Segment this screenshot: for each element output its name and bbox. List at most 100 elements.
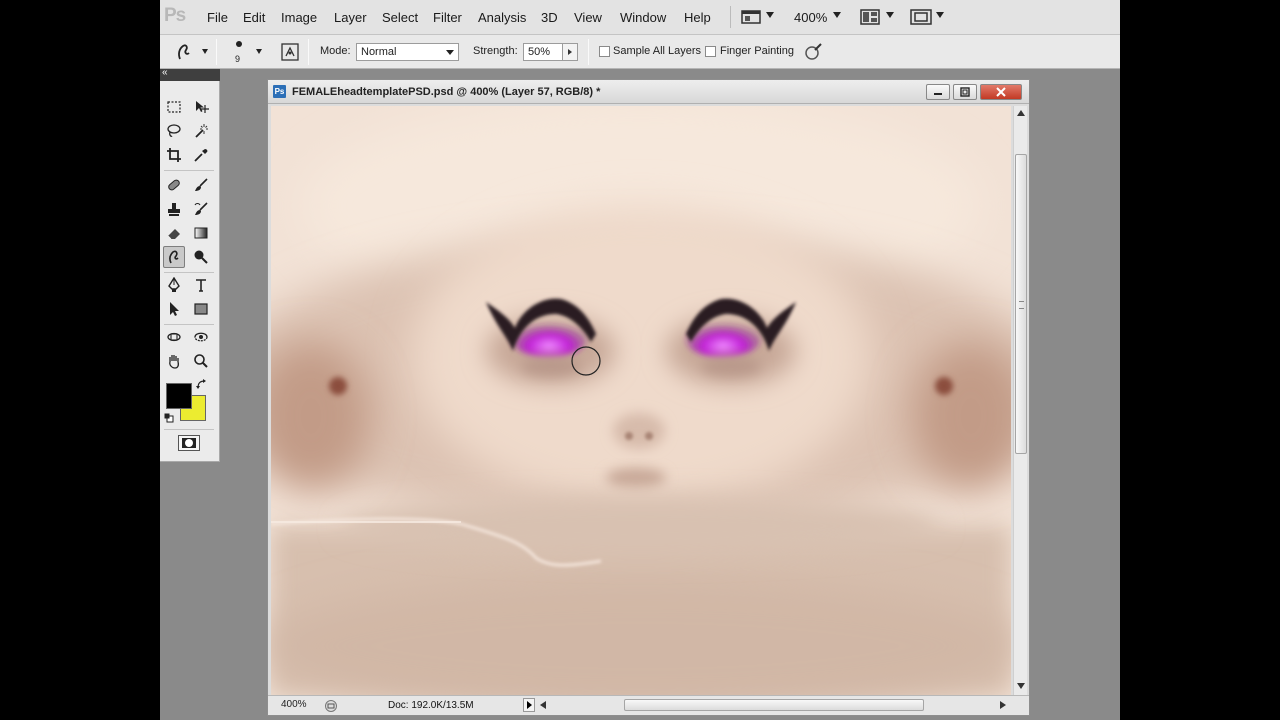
minimize-button[interactable]: [926, 84, 950, 100]
path-selection-icon: [170, 302, 179, 316]
collapse-icon[interactable]: «: [162, 67, 168, 78]
history-brush-icon: [194, 202, 208, 215]
toolbox-header[interactable]: «: [160, 67, 220, 81]
menu-3d[interactable]: 3D: [541, 10, 558, 25]
brush-tip-icon[interactable]: [236, 41, 242, 47]
tool-options-bar: 9 Mode: Normal Strength: 50% Sample All …: [160, 35, 1120, 69]
lasso-tool[interactable]: [163, 120, 185, 142]
status-zoom-field[interactable]: 400%: [271, 699, 321, 713]
menu-divider: [730, 6, 731, 28]
shape-tool[interactable]: [190, 298, 212, 320]
gradient-tool[interactable]: [190, 222, 212, 244]
document-window: Ps FEMALEheadtemplatePSD.psd @ 400% (Lay…: [267, 79, 1030, 716]
menu-layer[interactable]: Layer: [334, 10, 367, 25]
eyedropper-icon: [194, 149, 208, 162]
vertical-scroll-thumb[interactable]: [1015, 154, 1027, 454]
3d-orbit-tool[interactable]: [190, 326, 212, 348]
hand-tool[interactable]: [163, 350, 185, 372]
bridge-dropdown-arrow-icon[interactable]: [766, 12, 774, 18]
scroll-right-icon[interactable]: [1000, 701, 1006, 709]
pen-icon: [168, 277, 180, 292]
default-colors-icon[interactable]: [164, 413, 174, 423]
magic-wand-tool[interactable]: [190, 120, 212, 142]
horizontal-scroll-thumb[interactable]: [624, 699, 924, 711]
image-canvas[interactable]: [271, 106, 1011, 695]
brush-panel-toggle-icon[interactable]: [280, 42, 300, 62]
menu-select[interactable]: Select: [382, 10, 418, 25]
toolbox-separator: [164, 272, 214, 273]
document-titlebar[interactable]: Ps FEMALEheadtemplatePSD.psd @ 400% (Lay…: [268, 80, 1029, 104]
eraser-tool[interactable]: [163, 222, 185, 244]
scroll-down-icon[interactable]: [1017, 683, 1025, 689]
history-brush-tool[interactable]: [190, 198, 212, 220]
clone-stamp-tool[interactable]: [163, 198, 185, 220]
dodge-tool[interactable]: [190, 246, 212, 268]
brush-tool[interactable]: [190, 174, 212, 196]
vertical-scrollbar[interactable]: [1013, 106, 1027, 695]
close-button[interactable]: [980, 84, 1022, 100]
crop-tool[interactable]: [163, 144, 185, 166]
menu-window[interactable]: Window: [620, 10, 666, 25]
menu-view[interactable]: View: [574, 10, 602, 25]
sample-all-layers-label: Sample All Layers: [613, 45, 702, 57]
workspace-background: [1030, 69, 1120, 720]
quick-mask-button[interactable]: [178, 435, 200, 451]
status-bar: 400% Doc: 192.0K/13.5M: [268, 695, 1029, 715]
type-tool[interactable]: [190, 274, 212, 296]
screen-mode-icon[interactable]: [910, 8, 932, 26]
3d-rotate-tool[interactable]: [163, 326, 185, 348]
foreground-color-swatch[interactable]: [166, 383, 192, 409]
3d-orbit-icon: [194, 332, 208, 342]
sample-all-layers-checkbox[interactable]: [599, 46, 610, 57]
swap-colors-icon[interactable]: [196, 379, 208, 391]
status-menu-button[interactable]: [523, 698, 535, 712]
strength-slider-button[interactable]: [562, 43, 578, 61]
smudge-tool[interactable]: [163, 246, 185, 268]
path-selection-tool[interactable]: [163, 298, 185, 320]
type-icon: [196, 279, 206, 292]
menu-help[interactable]: Help: [684, 10, 711, 25]
dodge-icon: [194, 250, 208, 264]
restore-button[interactable]: [953, 84, 977, 100]
face-texture-image: [271, 106, 1011, 695]
menu-edit[interactable]: Edit: [243, 10, 265, 25]
tablet-pressure-icon[interactable]: [803, 42, 823, 62]
finger-painting-label: Finger Painting: [720, 45, 794, 57]
mode-value: Normal: [361, 46, 397, 58]
marquee-icon: [167, 101, 181, 113]
menu-file[interactable]: File: [207, 10, 228, 25]
mode-select[interactable]: Normal: [356, 43, 459, 61]
zoom-dropdown-arrow-icon[interactable]: [833, 12, 841, 18]
marquee-tool[interactable]: [163, 96, 185, 118]
move-icon: [196, 101, 209, 113]
scroll-left-icon[interactable]: [540, 701, 546, 709]
document-size-info: Doc: 192.0K/13.5M: [388, 700, 474, 711]
strength-input[interactable]: 50%: [523, 43, 563, 61]
move-tool[interactable]: [190, 96, 212, 118]
ps-document-icon: Ps: [273, 85, 286, 98]
zoom-level-display[interactable]: 400%: [794, 10, 827, 25]
smudge-tool-preset-icon[interactable]: [174, 42, 194, 62]
document-title: FEMALEheadtemplatePSD.psd @ 400% (Layer …: [292, 86, 601, 98]
minimize-icon: [934, 93, 942, 95]
spot-healing-tool[interactable]: [163, 174, 185, 196]
finger-painting-checkbox[interactable]: [705, 46, 716, 57]
pen-tool[interactable]: [163, 274, 185, 296]
brush-picker-dropdown-icon[interactable]: [256, 49, 262, 54]
chevron-down-icon: [446, 50, 454, 55]
status-info-icon[interactable]: [324, 699, 338, 713]
horizontal-scrollbar[interactable]: [538, 698, 1012, 713]
tool-preset-dropdown-icon[interactable]: [202, 49, 208, 54]
arrange-dropdown-arrow-icon[interactable]: [886, 12, 894, 18]
menu-analysis[interactable]: Analysis: [478, 10, 526, 25]
photoshop-app: Ps File Edit Image Layer Select Filter A…: [160, 0, 1120, 720]
menu-filter[interactable]: Filter: [433, 10, 462, 25]
scroll-up-icon[interactable]: [1017, 110, 1025, 116]
launch-bridge-icon[interactable]: [741, 8, 761, 26]
zoom-tool[interactable]: [190, 350, 212, 372]
close-icon: [996, 87, 1006, 97]
arrange-documents-icon[interactable]: [860, 8, 880, 26]
menu-image[interactable]: Image: [281, 10, 317, 25]
screen-mode-dropdown-arrow-icon[interactable]: [936, 12, 944, 18]
eyedropper-tool[interactable]: [190, 144, 212, 166]
